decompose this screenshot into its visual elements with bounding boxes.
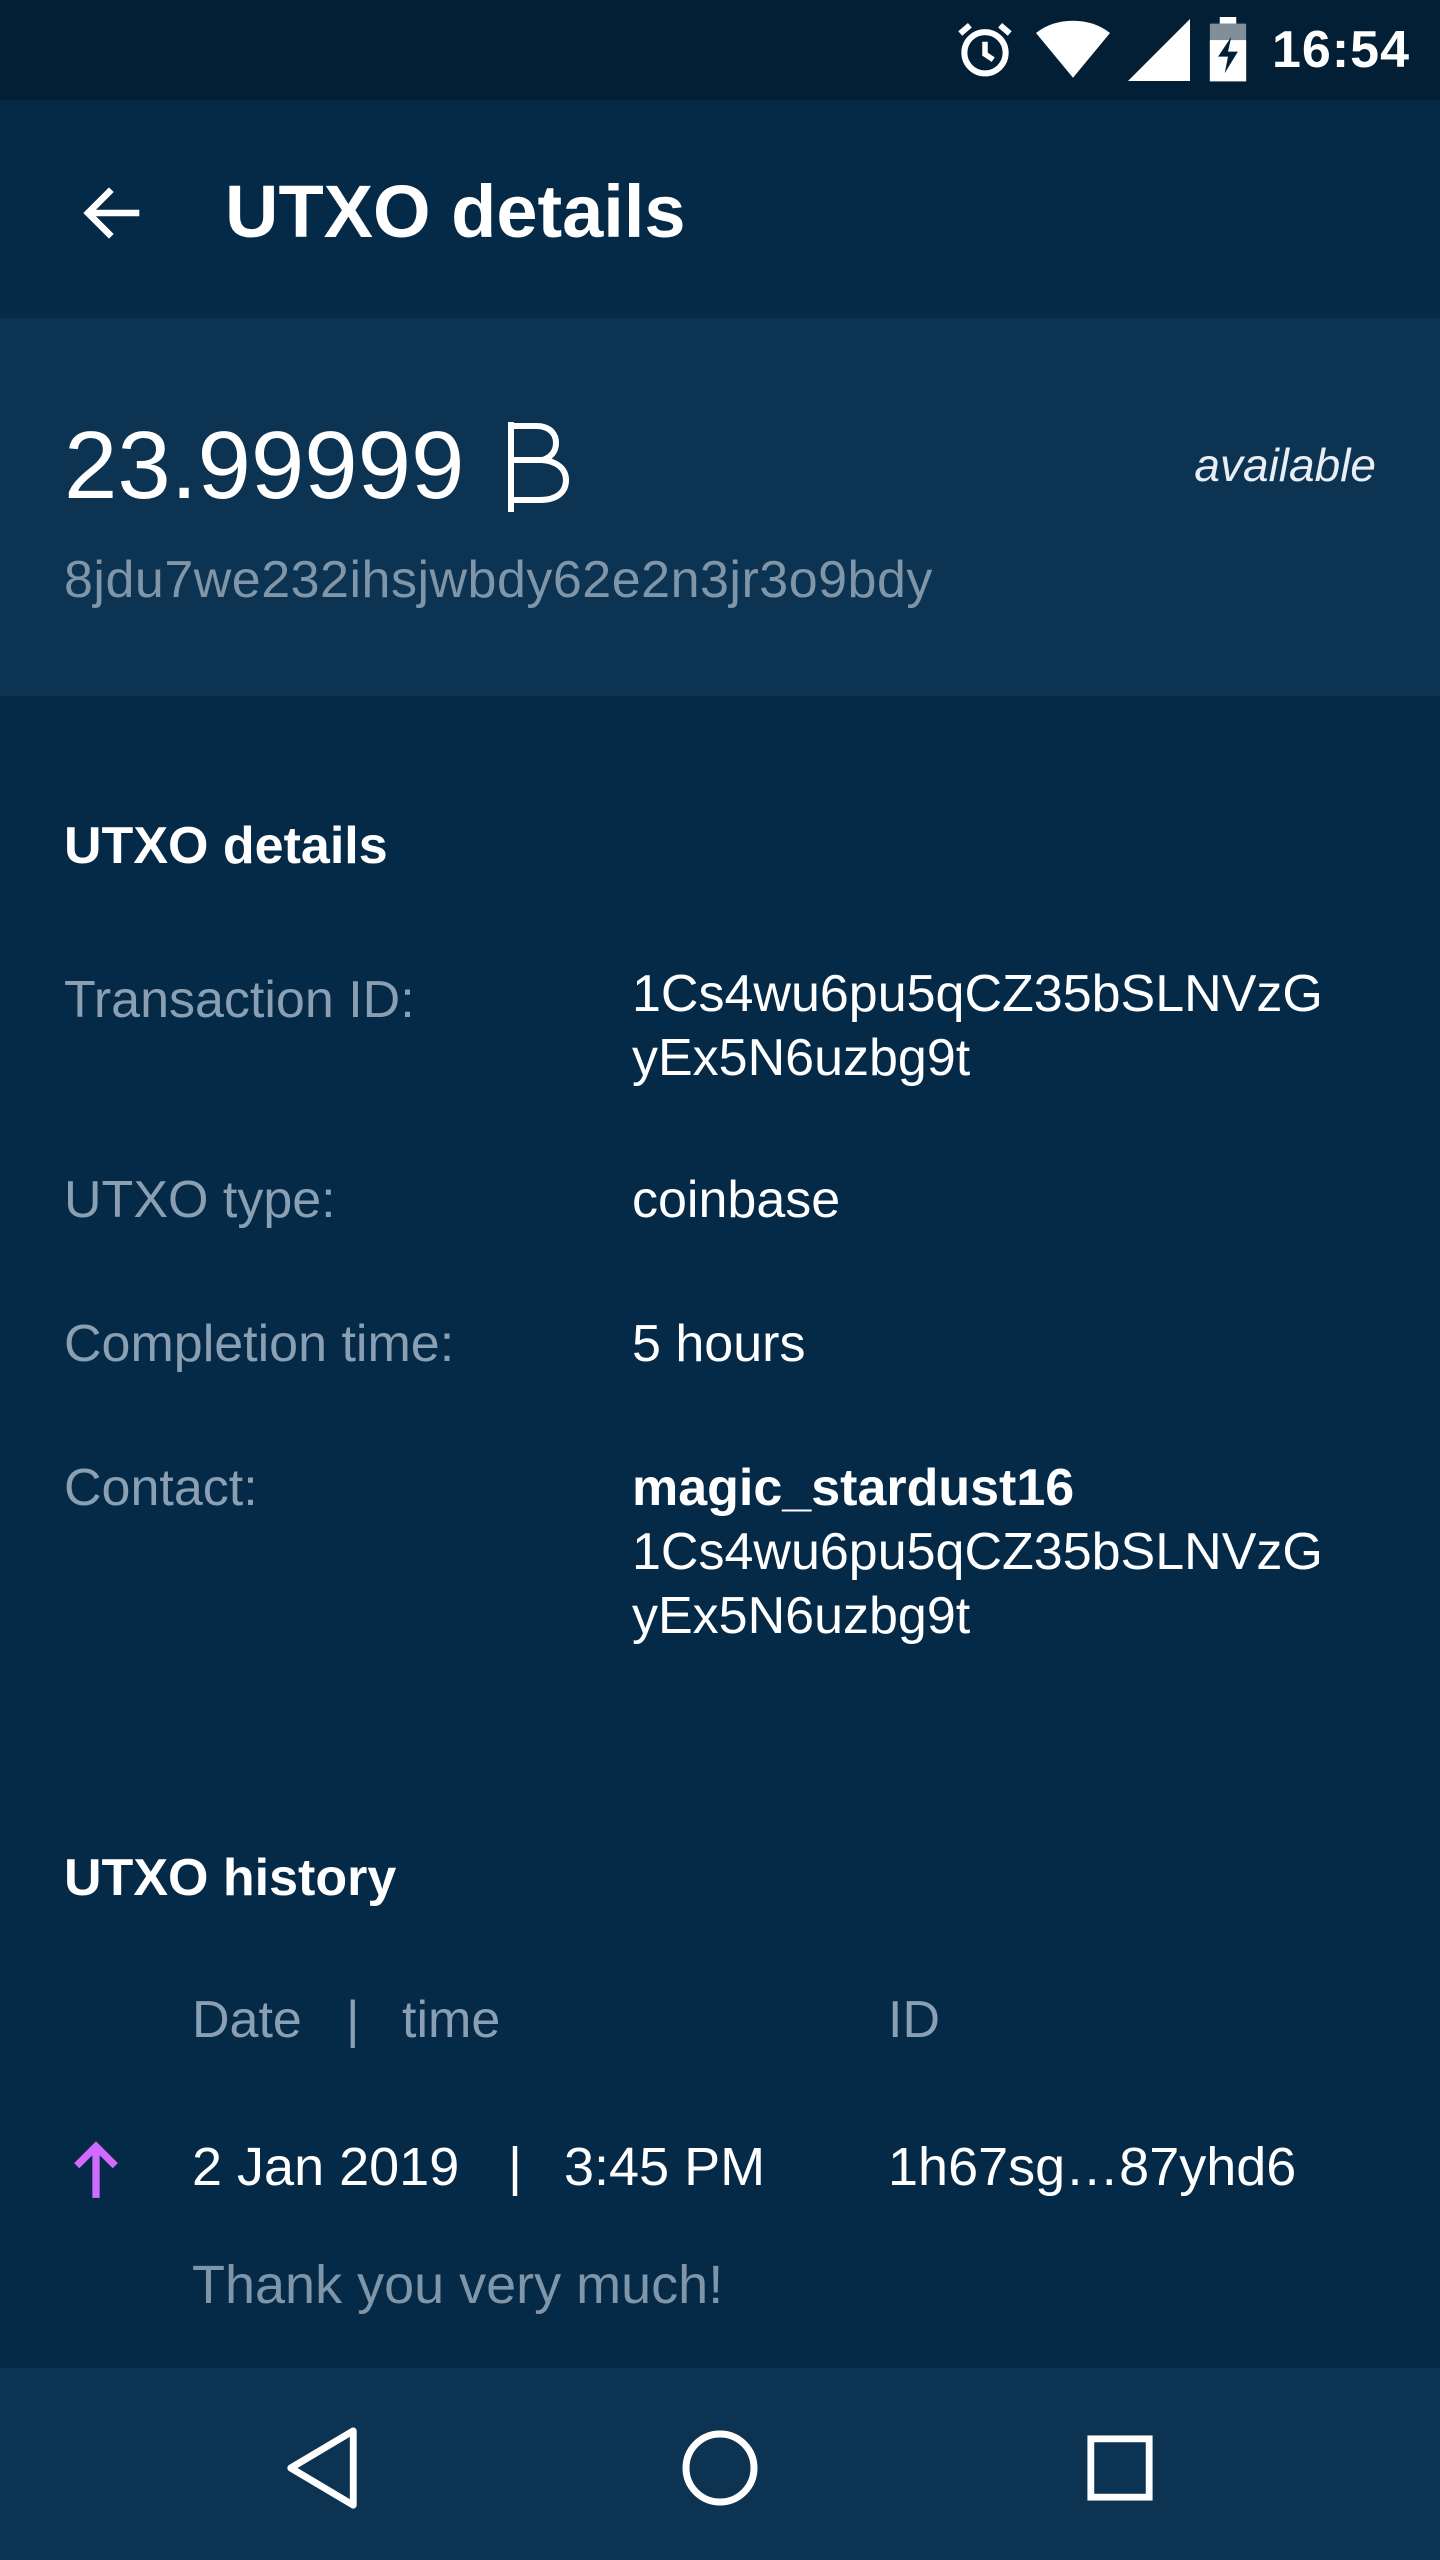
- nav-home-icon: [682, 2430, 758, 2506]
- completion-time-label: Completion time:: [64, 1315, 455, 1373]
- nav-recents-button[interactable]: [1070, 2418, 1170, 2518]
- arrow-up-icon: [74, 2141, 118, 2198]
- contact-value[interactable]: magic_stardust16 1Cs4wu6pu5qCZ35bSLNVzG …: [632, 1456, 1392, 1648]
- history-id: 1h67sg…87yhd6: [888, 2137, 1297, 2197]
- history-header-time: time: [402, 1991, 501, 2049]
- transaction-id-value[interactable]: 1Cs4wu6pu5qCZ35bSLNVzG yEx5N6uzbg9t: [632, 962, 1392, 1090]
- status-icons: 16:54: [952, 0, 1410, 100]
- navigation-bar: [0, 2368, 1440, 2560]
- nav-recents-icon: [1087, 2435, 1153, 2501]
- balance-amount-row: 23.99999: [64, 406, 572, 526]
- balance-card: 23.99999 available 8jdu7we232ihsjwbdy62e…: [0, 318, 1440, 696]
- status-bar: 16:54: [0, 0, 1440, 100]
- status-badge: available: [1194, 439, 1376, 491]
- app-bar: UTXO details: [0, 100, 1440, 318]
- history-separator: |: [508, 2137, 523, 2197]
- contact-address-line: yEx5N6uzbg9t: [632, 1587, 971, 1645]
- utxo-type-label: UTXO type:: [64, 1171, 336, 1229]
- history-header-date: Date: [192, 1991, 302, 2049]
- contact-label: Contact:: [64, 1459, 258, 1517]
- history-header-id: ID: [888, 1991, 940, 2049]
- history-memo: Thank you very much!: [192, 2255, 724, 2315]
- contact-name: magic_stardust16: [632, 1459, 1075, 1517]
- history-time: 3:45 PM: [564, 2137, 766, 2197]
- alarm-icon: [958, 22, 1012, 77]
- completion-time-value: 5 hours: [632, 1315, 806, 1373]
- nav-home-button[interactable]: [670, 2418, 770, 2518]
- utxo-type-value: coinbase: [632, 1171, 841, 1229]
- transaction-id-line: 1Cs4wu6pu5qCZ35bSLNVzG: [632, 965, 1323, 1023]
- battery-charging-icon: [1209, 17, 1247, 82]
- beam-coin-icon: [508, 422, 570, 512]
- history-header-separator: |: [346, 1991, 360, 2049]
- arrow-back-icon: [83, 187, 140, 239]
- nav-back-button[interactable]: [272, 2418, 372, 2518]
- cell-signal-icon: [1128, 19, 1190, 81]
- nav-back-icon: [287, 2427, 357, 2509]
- contact-address-line: 1Cs4wu6pu5qCZ35bSLNVzG: [632, 1523, 1323, 1581]
- back-button[interactable]: [64, 170, 160, 256]
- transaction-id-label: Transaction ID:: [64, 971, 415, 1029]
- history-date: 2 Jan 2019: [192, 2137, 460, 2197]
- details-section-title: UTXO details: [64, 817, 388, 875]
- page-title: UTXO details: [225, 170, 686, 253]
- transaction-id-line: yEx5N6uzbg9t: [632, 1029, 971, 1087]
- wifi-icon: [1036, 20, 1110, 78]
- history-section-title: UTXO history: [64, 1849, 397, 1907]
- utxo-address: 8jdu7we232ihsjwbdy62e2n3jr3o9bdy: [64, 551, 933, 609]
- balance-amount: 23.99999: [64, 412, 465, 519]
- status-clock: 16:54: [1272, 21, 1410, 79]
